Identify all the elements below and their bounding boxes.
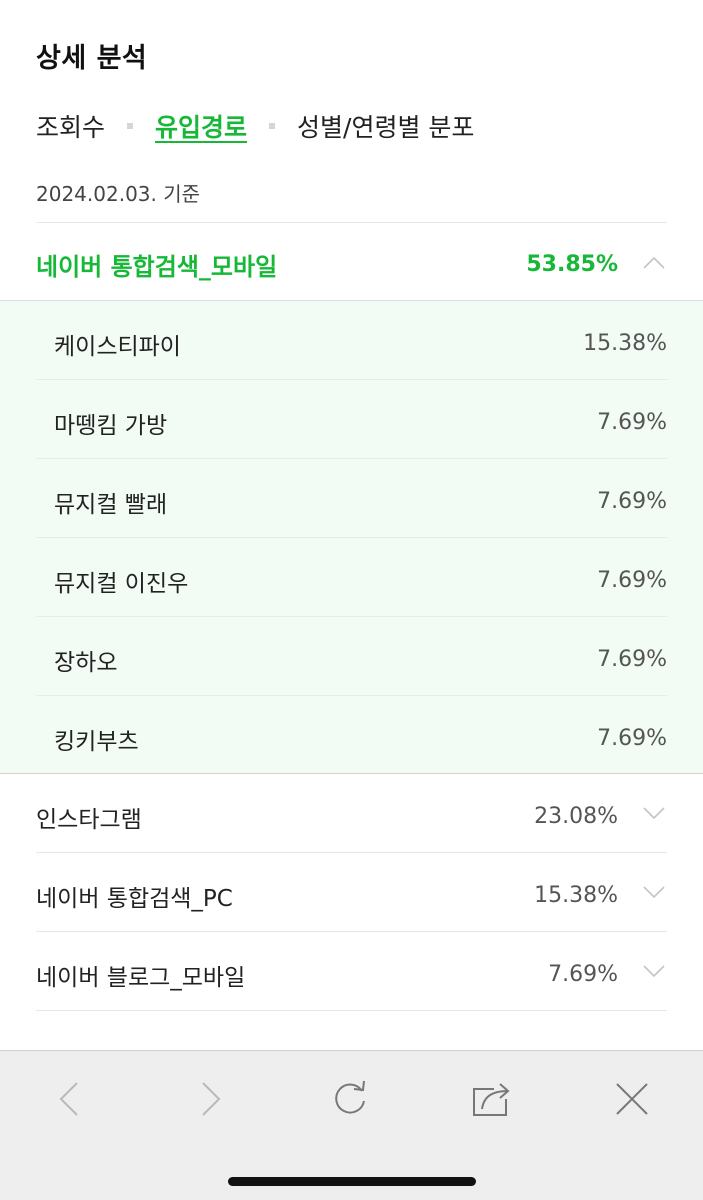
chevron-down-icon[interactable] <box>643 886 665 900</box>
source-percent: 53.85% <box>526 252 618 277</box>
keyword-label: 마뗑킴 가방 <box>54 413 168 439</box>
keyword-row: 마뗑킴 가방 7.69% <box>36 380 667 459</box>
forward-icon[interactable] <box>188 1077 232 1121</box>
keyword-row: 뮤지컬 이진우 7.69% <box>36 538 667 617</box>
share-icon[interactable] <box>468 1077 512 1121</box>
tab-referrer[interactable]: 유입경로 <box>155 108 247 144</box>
keyword-row: 케이스티파이 15.38% <box>36 301 667 380</box>
date-label: 2024.02.03. 기준 <box>36 182 201 206</box>
keyword-label: 뮤지컬 이진우 <box>54 571 189 597</box>
reload-icon[interactable] <box>328 1077 372 1121</box>
chevron-down-icon[interactable] <box>643 807 665 821</box>
tab-separator <box>127 123 134 129</box>
back-icon[interactable] <box>48 1077 92 1121</box>
tab-views[interactable]: 조회수 <box>36 108 105 144</box>
source-label: 네이버 블로그_모바일 <box>36 965 246 991</box>
keyword-percent: 7.69% <box>597 568 667 593</box>
source-label: 인스타그램 <box>36 807 142 833</box>
close-icon[interactable] <box>610 1077 654 1121</box>
page: 상세 분석 조회수 유입경로 성별/연령별 분포 2024.02.03. 기준 … <box>0 0 703 1200</box>
source-percent: 7.69% <box>548 962 618 987</box>
keyword-percent: 7.69% <box>597 410 667 435</box>
keyword-percent: 7.69% <box>597 489 667 514</box>
tab-separator <box>269 123 276 129</box>
keyword-percent: 7.69% <box>597 647 667 672</box>
tab-demographics[interactable]: 성별/연령별 분포 <box>297 108 474 144</box>
keyword-label: 케이스티파이 <box>54 334 181 360</box>
browser-toolbar <box>0 1050 703 1200</box>
keyword-label: 뮤지컬 빨래 <box>54 492 168 518</box>
source-row-expanded[interactable]: 네이버 통합검색_모바일 53.85% <box>0 223 703 301</box>
source-percent: 23.08% <box>534 804 618 829</box>
source-row-naver-pc[interactable]: 네이버 통합검색_PC 15.38% <box>36 853 667 932</box>
page-title: 상세 분석 <box>36 43 148 74</box>
source-label: 네이버 통합검색_PC <box>36 886 233 912</box>
keyword-percent: 15.38% <box>583 331 667 356</box>
chevron-up-icon[interactable] <box>643 255 665 269</box>
tab-bar: 조회수 유입경로 성별/연령별 분포 <box>36 108 474 144</box>
keyword-row: 뮤지컬 빨래 7.69% <box>36 459 667 538</box>
source-row-instagram[interactable]: 인스타그램 23.08% <box>36 774 667 853</box>
home-indicator <box>228 1177 476 1186</box>
keyword-row: 킹키부츠 7.69% <box>36 696 667 775</box>
source-row-naver-blog-mobile[interactable]: 네이버 블로그_모바일 7.69% <box>36 932 667 1011</box>
keyword-list: 케이스티파이 15.38% 마뗑킴 가방 7.69% 뮤지컬 빨래 7.69% … <box>0 301 703 774</box>
keyword-percent: 7.69% <box>597 726 667 751</box>
source-percent: 15.38% <box>534 883 618 908</box>
keyword-label: 킹키부츠 <box>54 729 139 755</box>
keyword-row: 장하오 7.69% <box>36 617 667 696</box>
chevron-down-icon[interactable] <box>643 965 665 979</box>
keyword-label: 장하오 <box>54 650 118 676</box>
source-label: 네이버 통합검색_모바일 <box>36 253 278 281</box>
